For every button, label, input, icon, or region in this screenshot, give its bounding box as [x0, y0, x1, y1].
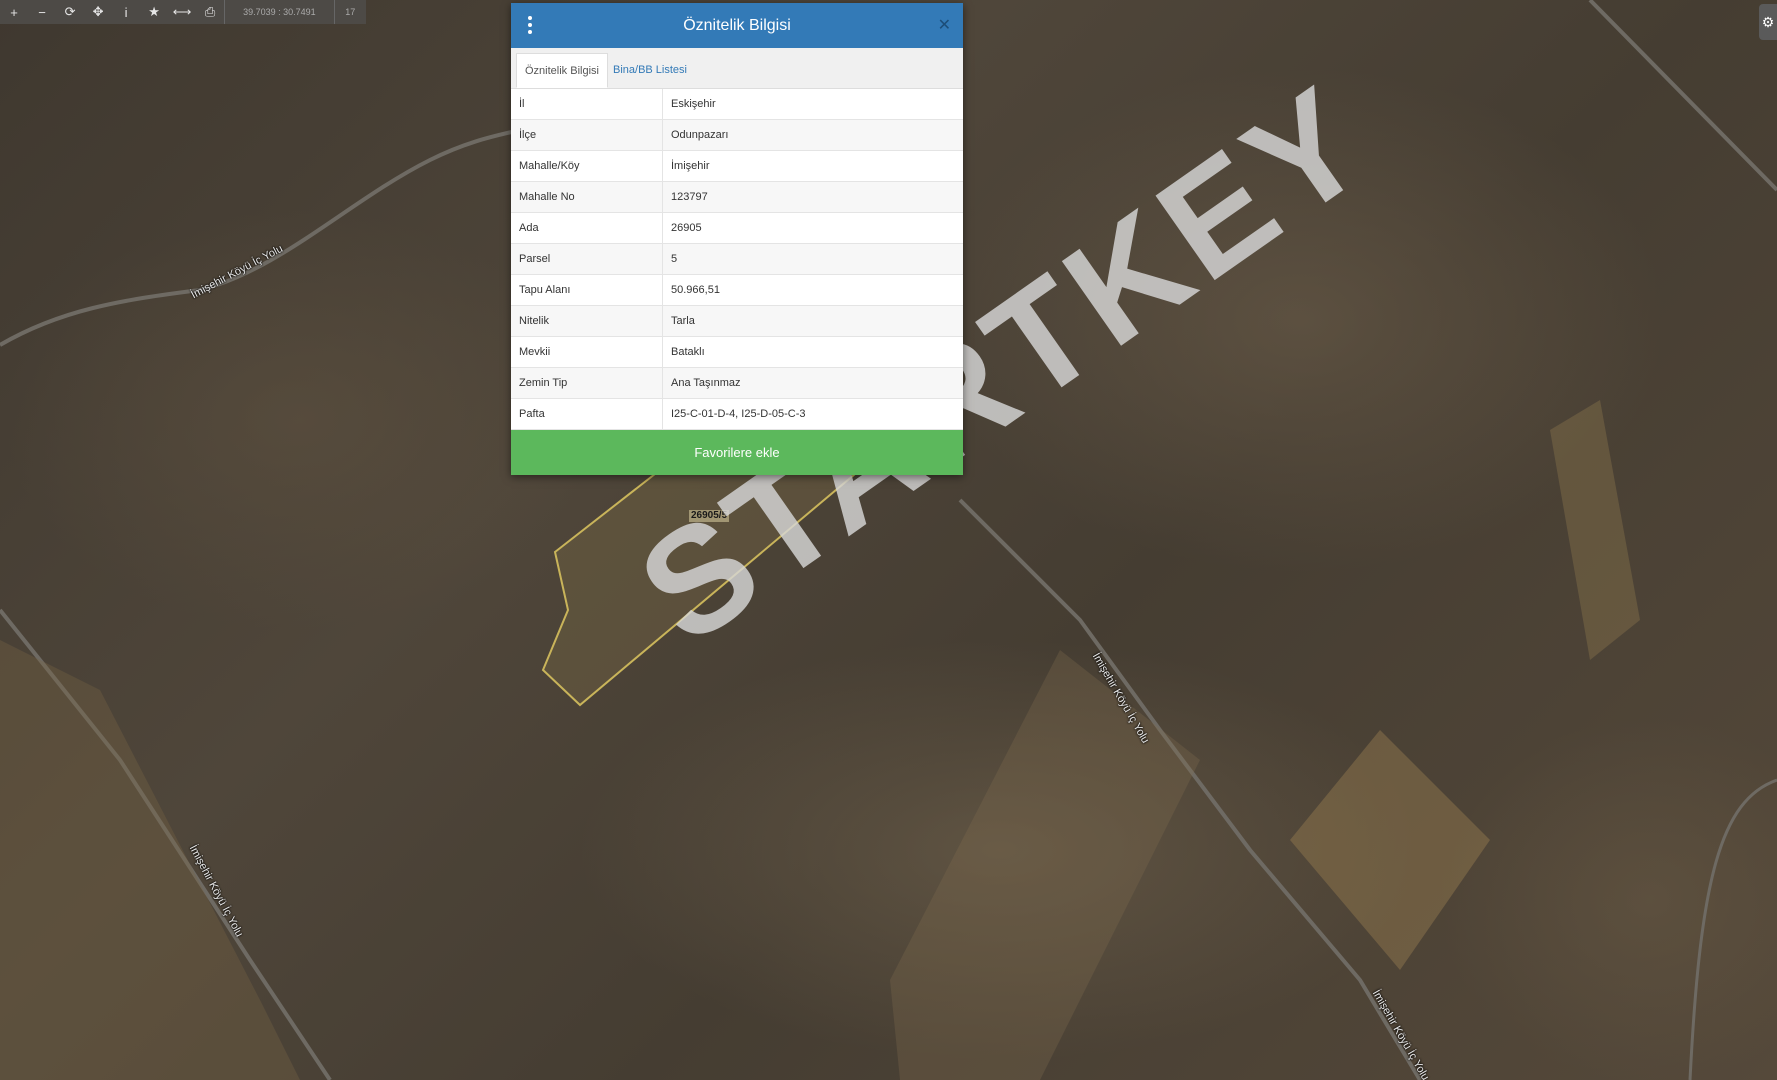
- row-key: Pafta: [511, 398, 663, 430]
- close-icon[interactable]: ✕: [938, 15, 951, 35]
- field: [890, 650, 1200, 1080]
- dialog-title: Öznitelik Bilgisi: [683, 16, 791, 34]
- coordinate-readout: 39.7039 : 30.7491: [224, 0, 335, 24]
- row-value: Eskişehir: [662, 89, 963, 120]
- tab-attribute-info[interactable]: Öznitelik Bilgisi: [516, 53, 608, 88]
- row-key: Nitelik: [511, 305, 663, 337]
- table-row: Parsel 5: [511, 243, 963, 275]
- gear-icon[interactable]: ⚙: [1759, 4, 1777, 40]
- table-row: Mevkii Bataklı: [511, 336, 963, 368]
- zoom-level: 17: [345, 7, 356, 17]
- row-value: Ana Taşınmaz: [662, 367, 963, 399]
- row-value: I25-C-01-D-4, I25-D-05-C-3: [662, 398, 963, 430]
- table-row: Mahalle/Köy İmişehir: [511, 150, 963, 182]
- attribute-dialog: Öznitelik Bilgisi ✕ Öznitelik Bilgisi Bi…: [511, 3, 963, 475]
- dialog-header: Öznitelik Bilgisi ✕: [511, 3, 963, 48]
- row-value: Bataklı: [662, 336, 963, 368]
- zoom-out-icon[interactable]: −: [28, 0, 56, 24]
- locate-icon[interactable]: ✥: [84, 0, 112, 24]
- row-key: Mahalle No: [511, 181, 663, 213]
- table-row: Zemin Tip Ana Taşınmaz: [511, 367, 963, 399]
- row-key: Mevkii: [511, 336, 663, 368]
- row-value: 26905: [662, 212, 963, 244]
- info-icon[interactable]: i: [112, 0, 140, 24]
- dialog-tabs: Öznitelik Bilgisi Bina/BB Listesi: [511, 48, 963, 89]
- road: [1588, 0, 1777, 192]
- print-icon[interactable]: ⎙: [196, 0, 224, 24]
- row-key: İl: [511, 89, 663, 120]
- table-row: İlçe Odunpazarı: [511, 119, 963, 151]
- row-key: Ada: [511, 212, 663, 244]
- table-row: İl Eskişehir: [511, 89, 963, 120]
- attribute-table: İl Eskişehir İlçe Odunpazarı Mahalle/Köy İm…: [511, 89, 963, 430]
- row-key: Mahalle/Köy: [511, 150, 663, 182]
- table-row: Ada 26905: [511, 212, 963, 244]
- field: [0, 640, 300, 1080]
- row-key: Tapu Alanı: [511, 274, 663, 306]
- row-value: İmişehir: [662, 150, 963, 182]
- row-value: 123797: [662, 181, 963, 213]
- table-row: Mahalle No 123797: [511, 181, 963, 213]
- road: [0, 128, 521, 347]
- table-row: Pafta I25-C-01-D-4, I25-D-05-C-3: [511, 398, 963, 430]
- row-value: Odunpazarı: [662, 119, 963, 151]
- row-value: Tarla: [662, 305, 963, 337]
- measure-icon[interactable]: ⟷: [168, 0, 196, 24]
- row-value: 50.966,51: [662, 274, 963, 306]
- table-row: Nitelik Tarla: [511, 305, 963, 337]
- row-key: Parsel: [511, 243, 663, 275]
- star-icon[interactable]: ★: [140, 0, 168, 24]
- add-to-favorites-button[interactable]: Favorilere ekle: [511, 430, 963, 475]
- table-row: Tapu Alanı 50.966,51: [511, 274, 963, 306]
- row-key: Zemin Tip: [511, 367, 663, 399]
- tab-building-list[interactable]: Bina/BB Listesi: [605, 53, 695, 88]
- zoom-in-icon[interactable]: +: [0, 0, 28, 24]
- refresh-icon[interactable]: ⟳: [56, 0, 84, 24]
- road: [1688, 778, 1777, 1080]
- menu-dots-icon[interactable]: [525, 15, 535, 35]
- row-key: İlçe: [511, 119, 663, 151]
- field: [1550, 400, 1640, 660]
- map-toolbar: + − ⟳ ✥ i ★ ⟷ ⎙ 39.7039 : 30.7491 17: [0, 0, 366, 24]
- row-value: 5: [662, 243, 963, 275]
